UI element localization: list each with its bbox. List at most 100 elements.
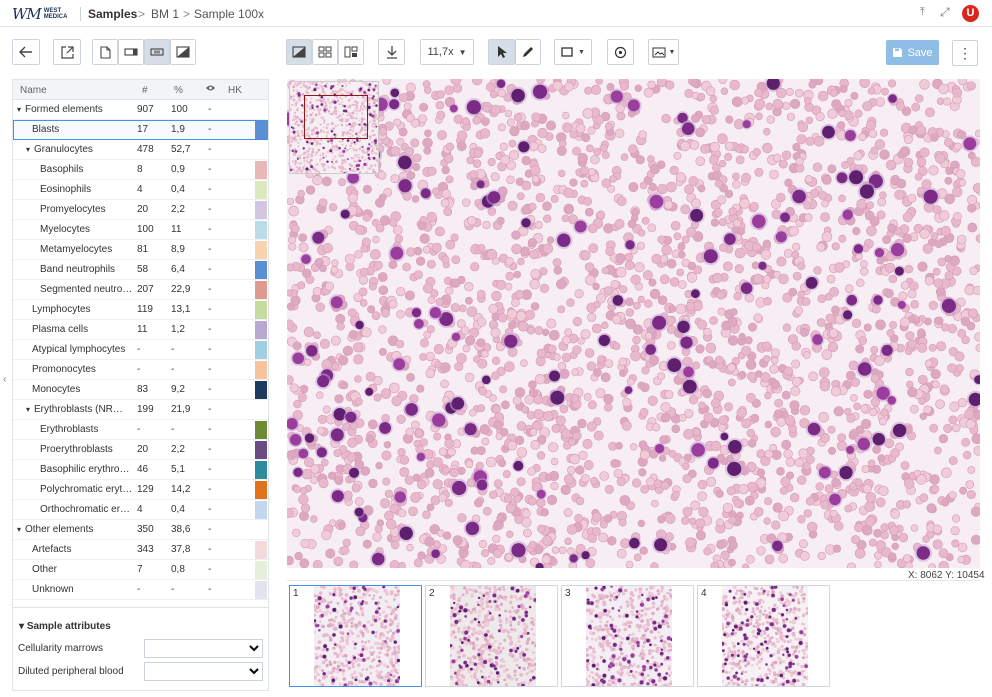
column-percent[interactable]: % [174, 85, 183, 96]
hotkey-color-swatch[interactable] [255, 541, 267, 559]
hotkey-color-swatch[interactable] [255, 381, 267, 399]
table-row[interactable]: Basophilic erythrobl... 46 5,1 - [13, 460, 268, 480]
column-name[interactable]: Name [20, 85, 47, 96]
row-visibility[interactable]: - [208, 284, 211, 295]
caret-down-icon[interactable]: ▾ [26, 405, 30, 414]
minimap-viewport[interactable] [304, 95, 368, 139]
target-tool-button[interactable] [607, 39, 634, 65]
table-row[interactable]: Artefacts 343 37,8 - [13, 540, 268, 560]
row-visibility[interactable]: - [208, 584, 211, 595]
row-visibility[interactable]: - [208, 264, 211, 275]
table-row[interactable]: Unknown - - - [13, 580, 268, 600]
view-page-button[interactable] [92, 39, 118, 65]
table-row[interactable]: Polychromatic erythr... 129 14,2 - [13, 480, 268, 500]
cellularity-select[interactable] [144, 639, 263, 658]
table-row[interactable]: Other 7 0,8 - [13, 560, 268, 580]
more-options-icon[interactable]: ⋮ [952, 40, 978, 66]
table-row[interactable]: Basophils 8 0,9 - [13, 160, 268, 180]
row-visibility[interactable]: - [208, 564, 211, 575]
caret-down-icon[interactable]: ▾ [17, 525, 21, 534]
row-visibility[interactable]: - [208, 384, 211, 395]
caret-down-icon[interactable]: ▾ [17, 105, 21, 114]
thumbnail-3[interactable]: 3 [561, 585, 694, 687]
hotkey-color-swatch[interactable] [255, 321, 267, 339]
table-row[interactable]: Eosinophils 4 0,4 - [13, 180, 268, 200]
hotkey-color-swatch[interactable] [255, 441, 267, 459]
row-visibility[interactable]: - [208, 144, 211, 155]
pin-icon[interactable]: ⤒ [920, 6, 925, 19]
row-visibility[interactable]: - [208, 184, 211, 195]
row-visibility[interactable]: - [208, 464, 211, 475]
row-visibility[interactable]: - [208, 104, 211, 115]
view-slide-button[interactable] [118, 39, 144, 65]
hotkey-color-swatch[interactable] [255, 581, 267, 599]
expand-icon[interactable]: ⤢ [940, 5, 950, 20]
row-visibility[interactable]: - [208, 544, 211, 555]
row-visibility[interactable]: - [208, 344, 211, 355]
table-row[interactable]: Monocytes 83 9,2 - [13, 380, 268, 400]
layout-grid-button[interactable] [312, 39, 338, 65]
eye-icon[interactable] [205, 84, 216, 95]
caret-down-icon[interactable]: ▾ [26, 145, 30, 154]
hotkey-color-swatch[interactable] [255, 181, 267, 199]
rectangle-tool-dropdown[interactable]: ▼ [554, 39, 592, 65]
row-visibility[interactable]: - [208, 304, 211, 315]
hotkey-color-swatch[interactable] [255, 301, 267, 319]
screenshot-dropdown[interactable]: ▼ [648, 39, 679, 65]
table-row[interactable]: ▾ Formed elements 907 100 - [13, 100, 268, 120]
column-hk[interactable]: HK [228, 85, 242, 96]
hotkey-color-swatch[interactable] [255, 501, 267, 519]
table-row[interactable]: ▾ Other elements 350 38,6 - [13, 520, 268, 540]
view-contrast-button[interactable] [170, 39, 196, 65]
save-button[interactable]: Save [886, 40, 939, 65]
table-row[interactable]: Orthochromatic eryt... 4 0,4 - [13, 500, 268, 520]
table-row[interactable]: ▾ Granulocytes 478 52,7 - [13, 140, 268, 160]
row-visibility[interactable]: - [208, 164, 211, 175]
download-button[interactable] [378, 39, 405, 65]
user-avatar[interactable]: U [962, 5, 979, 22]
row-visibility[interactable]: - [208, 484, 211, 495]
table-row[interactable]: Promyelocytes 20 2,2 - [13, 200, 268, 220]
hotkey-color-swatch[interactable] [255, 161, 267, 179]
hotkey-color-swatch[interactable] [255, 121, 267, 139]
hotkey-color-swatch[interactable] [255, 261, 267, 279]
row-visibility[interactable]: - [208, 444, 211, 455]
thumbnail-1[interactable]: 1 [289, 585, 422, 687]
back-button[interactable] [12, 39, 40, 65]
layout-compare-button[interactable] [338, 39, 364, 65]
table-row[interactable]: Band neutrophils 58 6,4 - [13, 260, 268, 280]
row-visibility[interactable]: - [208, 124, 211, 135]
slide-viewer[interactable] [287, 79, 980, 568]
row-visibility[interactable]: - [208, 504, 211, 515]
collapse-panel-icon[interactable]: ‹ [3, 374, 6, 385]
diluted-blood-select[interactable] [144, 662, 263, 681]
table-row[interactable]: Proerythroblasts 20 2,2 - [13, 440, 268, 460]
table-row[interactable]: Promonocytes - - - [13, 360, 268, 380]
table-row[interactable]: ▾ Erythroblasts (NRBC) 199 21,9 - [13, 400, 268, 420]
table-row[interactable]: Erythroblasts - - - [13, 420, 268, 440]
blood-smear-image[interactable] [287, 79, 980, 568]
row-visibility[interactable]: - [208, 204, 211, 215]
hotkey-color-swatch[interactable] [255, 341, 267, 359]
row-visibility[interactable]: - [208, 364, 211, 375]
row-visibility[interactable]: - [208, 424, 211, 435]
hotkey-color-swatch[interactable] [255, 561, 267, 579]
row-visibility[interactable]: - [208, 224, 211, 235]
hotkey-color-swatch[interactable] [255, 421, 267, 439]
breadcrumb-samples[interactable]: Samples [88, 7, 137, 21]
breadcrumb-bm1[interactable]: BM 1 [151, 7, 179, 21]
table-row[interactable]: Atypical lymphocytes - - - [13, 340, 268, 360]
select-tool-button[interactable] [488, 39, 515, 65]
table-row[interactable]: Metamyelocytes 81 8,9 - [13, 240, 268, 260]
open-external-button[interactable] [53, 39, 81, 65]
hotkey-color-swatch[interactable] [255, 241, 267, 259]
draw-tool-button[interactable] [515, 39, 541, 65]
view-100x-button[interactable] [144, 39, 170, 65]
hotkey-color-swatch[interactable] [255, 221, 267, 239]
row-visibility[interactable]: - [208, 324, 211, 335]
thumbnail-2[interactable]: 2 [425, 585, 558, 687]
table-row[interactable]: Segmented neutrop... 207 22,9 - [13, 280, 268, 300]
table-row[interactable]: Myelocytes 100 11 - [13, 220, 268, 240]
thumbnail-4[interactable]: 4 [697, 585, 830, 687]
west-medica-logo[interactable]: WM WEST MEDICA [12, 5, 76, 23]
